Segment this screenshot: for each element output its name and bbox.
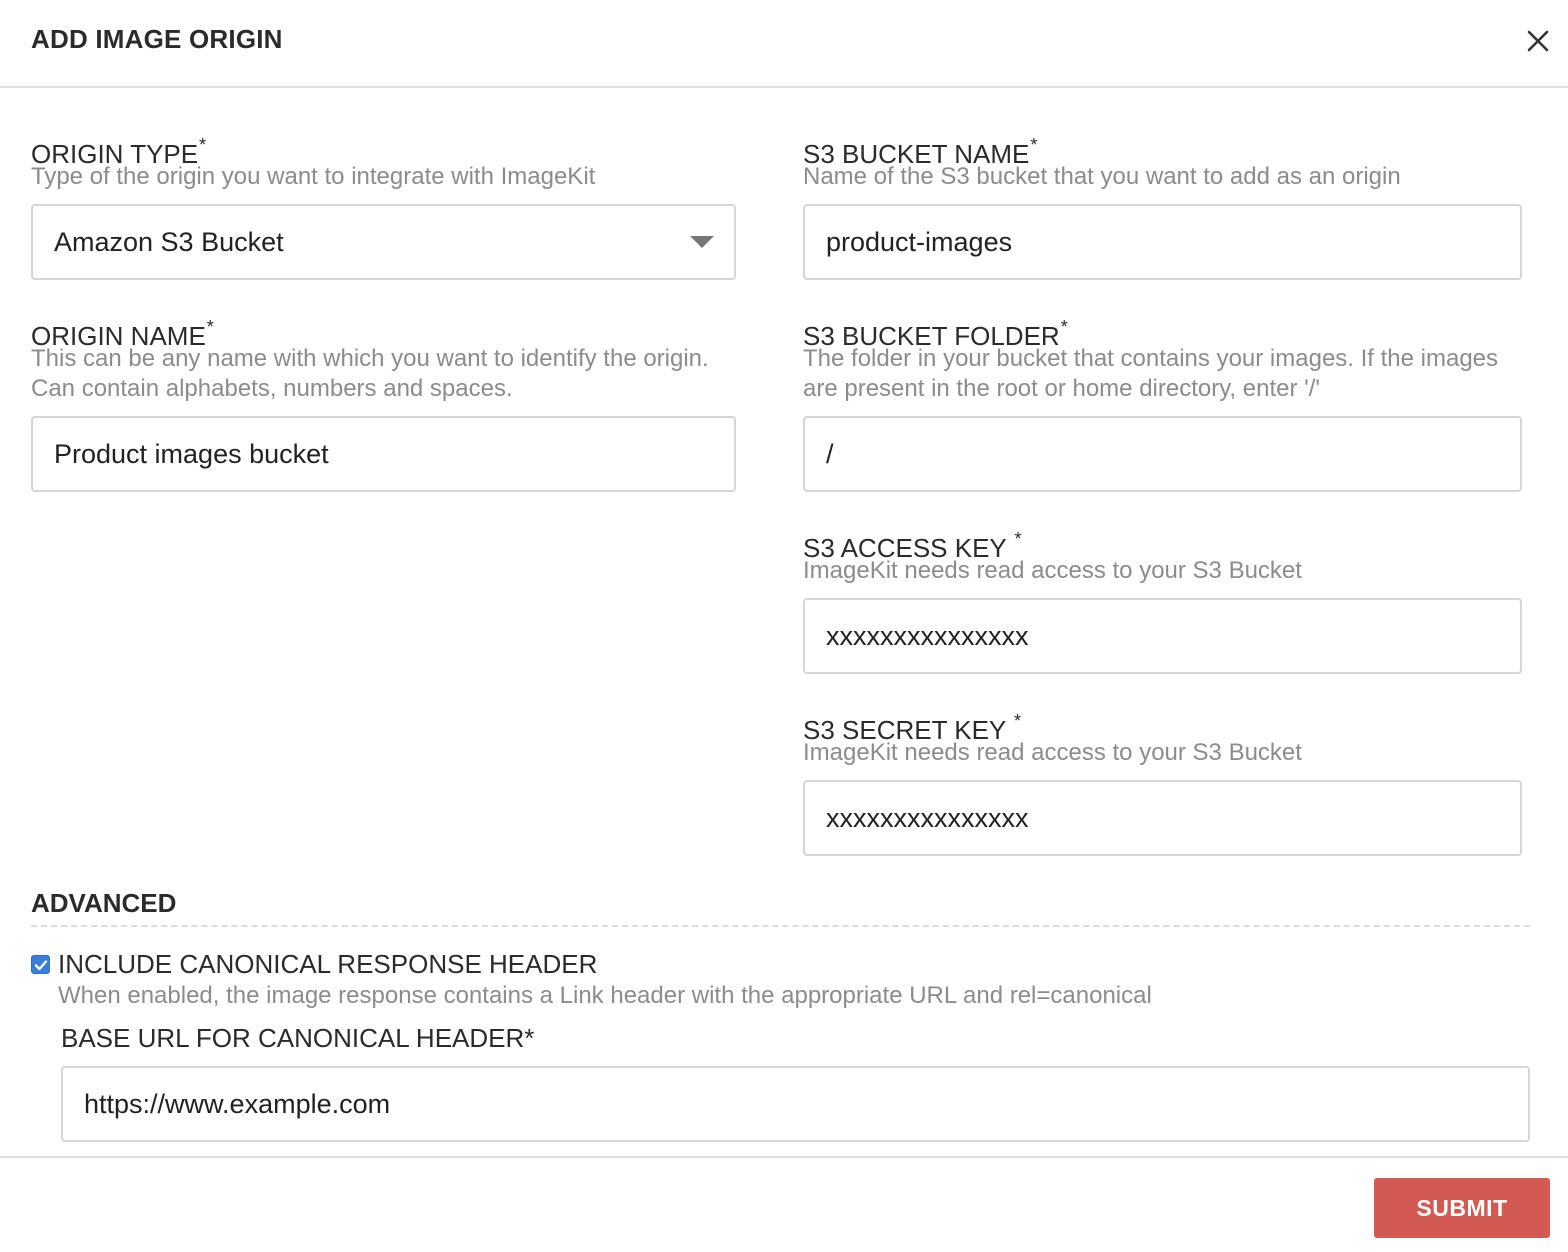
origin-type-selected-value: Amazon S3 Bucket <box>54 227 284 257</box>
s3-secret-key-field: S3 SECRET KEY * ImageKit needs read acce… <box>803 706 1523 768</box>
canonical-header-label[interactable]: INCLUDE CANONICAL RESPONSE HEADER <box>58 949 597 979</box>
s3-bucket-name-help: Name of the S3 bucket that you want to a… <box>803 163 1401 190</box>
origin-name-label: ORIGIN NAME* <box>31 312 736 351</box>
footer-divider <box>0 1156 1568 1158</box>
s3-secret-key-help: ImageKit needs read access to your S3 Bu… <box>803 739 1302 766</box>
s3-bucket-folder-label: S3 BUCKET FOLDER* <box>803 312 1523 351</box>
required-mark: * <box>206 317 214 337</box>
advanced-section-title: ADVANCED <box>31 888 177 918</box>
required-mark: * <box>1014 529 1022 549</box>
canonical-header-checkbox[interactable] <box>31 955 50 974</box>
s3-bucket-folder-field: S3 BUCKET FOLDER* The folder in your buc… <box>803 312 1523 404</box>
origin-type-select[interactable]: Amazon S3 Bucket <box>31 204 736 280</box>
origin-type-field: ORIGIN TYPE* Type of the origin you want… <box>31 130 736 192</box>
s3-bucket-folder-help: The folder in your bucket that contains … <box>803 345 1499 402</box>
s3-access-key-label: S3 ACCESS KEY * <box>803 524 1523 563</box>
dialog-title: ADD IMAGE ORIGIN <box>31 24 283 54</box>
s3-bucket-name-label: S3 BUCKET NAME* <box>803 130 1523 169</box>
origin-type-help: Type of the origin you want to integrate… <box>31 163 596 190</box>
s3-access-key-input[interactable]: xxxxxxxxxxxxxxx <box>803 598 1522 674</box>
origin-name-help: This can be any name with which you want… <box>31 345 709 402</box>
s3-secret-key-label: S3 SECRET KEY * <box>803 706 1523 745</box>
add-image-origin-dialog: ADD IMAGE ORIGIN ORIGIN TYPE* Type of th… <box>0 0 1568 1252</box>
origin-type-label: ORIGIN TYPE* <box>31 130 736 169</box>
checkmark-icon <box>34 960 48 971</box>
advanced-divider <box>31 925 1530 927</box>
required-mark: * <box>1014 711 1022 731</box>
canonical-header-help: When enabled, the image response contain… <box>58 982 1152 1009</box>
s3-access-key-help: ImageKit needs read access to your S3 Bu… <box>803 557 1302 584</box>
required-mark: * <box>1030 135 1038 155</box>
base-url-label: BASE URL FOR CANONICAL HEADER* <box>61 1023 535 1053</box>
origin-name-input[interactable]: Product images bucket <box>31 416 736 492</box>
s3-access-key-field: S3 ACCESS KEY * ImageKit needs read acce… <box>803 524 1523 586</box>
s3-secret-key-input[interactable]: xxxxxxxxxxxxxxx <box>803 780 1522 856</box>
chevron-down-icon <box>690 236 714 248</box>
required-mark: * <box>1060 317 1068 337</box>
close-icon[interactable] <box>1522 25 1554 57</box>
s3-bucket-name-input[interactable]: product-images <box>803 204 1522 280</box>
origin-name-field: ORIGIN NAME* This can be any name with w… <box>31 312 736 404</box>
s3-bucket-folder-input[interactable]: / <box>803 416 1522 492</box>
s3-bucket-name-field: S3 BUCKET NAME* Name of the S3 bucket th… <box>803 130 1523 192</box>
submit-button[interactable]: SUBMIT <box>1374 1178 1550 1238</box>
required-mark: * <box>199 135 207 155</box>
base-url-input[interactable]: https://www.example.com <box>61 1066 1530 1142</box>
dialog-header: ADD IMAGE ORIGIN <box>0 0 1568 88</box>
